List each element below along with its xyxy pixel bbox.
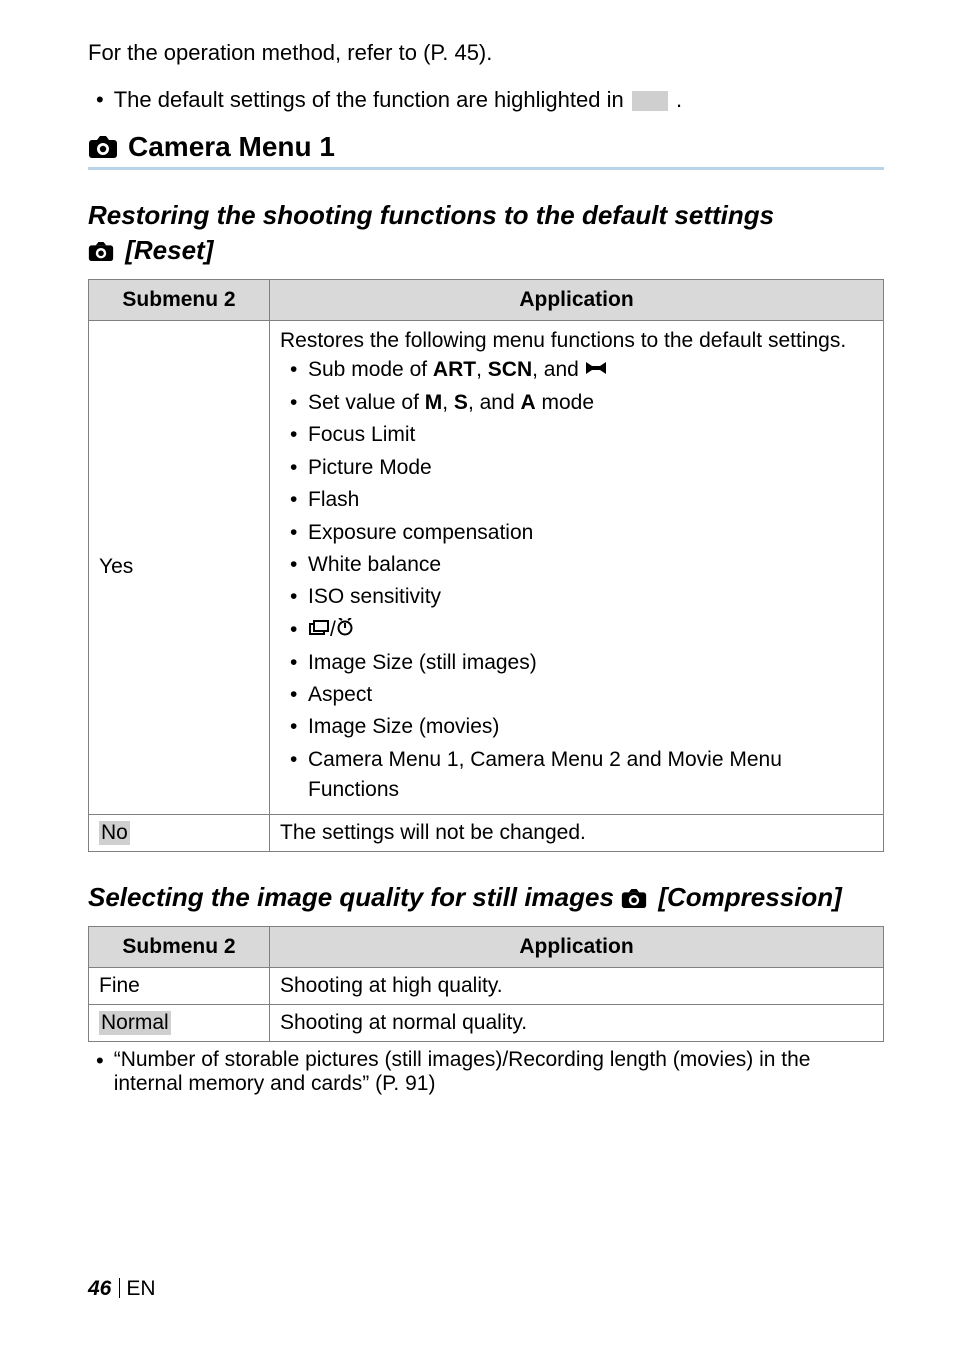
mode-SCN: SCN (488, 358, 532, 381)
reset-heading-line1: Restoring the shooting functions to the … (88, 200, 774, 230)
reset-header-application: Application (270, 280, 884, 321)
reset-no-label: No (89, 814, 270, 851)
list-item: Camera Menu 1, Camera Menu 2 and Movie M… (290, 745, 873, 806)
default-highlighted-value: No (99, 821, 130, 845)
compression-header-submenu: Submenu 2 (89, 926, 270, 967)
compression-row-text: Shooting at normal quality. (270, 1004, 884, 1041)
table-row: Yes Restores the following menu function… (89, 321, 884, 815)
camera-icon (88, 135, 118, 159)
mode-A: A (520, 391, 535, 414)
operation-ref-text: For the operation method, refer to (P. 4… (88, 36, 884, 69)
list-item: Aspect (290, 680, 873, 710)
compression-footnote: • “Number of storable pictures (still im… (96, 1048, 884, 1096)
reset-yes-lead: Restores the following menu functions to… (280, 329, 873, 353)
list-item: Picture Mode (290, 453, 873, 483)
compression-table: Submenu 2 Application Fine Shooting at h… (88, 926, 884, 1042)
list-item: Image Size (still images) (290, 648, 873, 678)
item-and: , and (468, 391, 521, 414)
list-item: Focus Limit (290, 420, 873, 450)
item-text-pre: Set value of (308, 391, 425, 414)
section-title: Camera Menu 1 (128, 131, 335, 163)
reset-heading-line2: [Reset] (118, 235, 213, 265)
reset-no-text: The settings will not be changed. (270, 814, 884, 851)
highlight-swatch (632, 91, 668, 111)
list-item: Flash (290, 485, 873, 515)
drive-mode-icon (308, 615, 330, 645)
bullet-icon: • (96, 1048, 104, 1096)
table-row: Fine Shooting at high quality. (89, 967, 884, 1004)
item-text-post: mode (536, 391, 594, 414)
page-number: 46 (88, 1277, 111, 1300)
item-text-pre: Sub mode of (308, 358, 433, 381)
list-item: / (290, 615, 873, 646)
table-header-row: Submenu 2 Application (89, 280, 884, 321)
list-item: Exposure compensation (290, 518, 873, 548)
reset-yes-application: Restores the following menu functions to… (270, 321, 884, 815)
camera-icon (88, 236, 114, 271)
page-lang: EN (126, 1277, 155, 1300)
mode-ART: ART (433, 358, 476, 381)
compression-heading: Selecting the image quality for still im… (88, 880, 884, 918)
reset-yes-list: Sub mode of ART, SCN, and Set value of M… (290, 355, 873, 806)
reset-yes-label: Yes (89, 321, 270, 815)
bullet-icon: • (96, 87, 104, 113)
reset-header-submenu: Submenu 2 (89, 280, 270, 321)
default-highlight-note: • The default settings of the function a… (96, 87, 884, 113)
table-header-row: Submenu 2 Application (89, 926, 884, 967)
list-item: White balance (290, 550, 873, 580)
mode-S: S (454, 391, 468, 414)
item-sep: , (442, 391, 454, 414)
compression-row-text: Shooting at high quality. (270, 967, 884, 1004)
list-item: Sub mode of ART, SCN, and (290, 355, 873, 386)
compression-header-application: Application (270, 926, 884, 967)
page-footer: 46 EN (88, 1277, 156, 1301)
list-item: Image Size (movies) (290, 712, 873, 742)
camera-icon (621, 883, 647, 918)
default-highlighted-value: Normal (99, 1011, 171, 1035)
footer-separator (119, 1278, 120, 1298)
compression-row-label: Normal (89, 1004, 270, 1041)
reset-heading: Restoring the shooting functions to the … (88, 198, 884, 271)
compression-row-label: Fine (89, 967, 270, 1004)
compression-heading-post: [Compression] (651, 882, 842, 912)
panorama-icon (585, 355, 607, 385)
compression-footnote-text: “Number of storable pictures (still imag… (114, 1048, 884, 1096)
compression-heading-pre: Selecting the image quality for still im… (88, 882, 621, 912)
reset-table: Submenu 2 Application Yes Restores the f… (88, 279, 884, 852)
default-highlight-pre: The default settings of the function are… (114, 87, 630, 112)
self-timer-icon (336, 615, 354, 645)
table-row: Normal Shooting at normal quality. (89, 1004, 884, 1041)
item-sep: , (476, 358, 488, 381)
section-title-row: Camera Menu 1 (88, 131, 884, 170)
list-item: Set value of M, S, and A mode (290, 388, 873, 418)
mode-M: M (425, 391, 443, 414)
list-item: ISO sensitivity (290, 582, 873, 612)
table-row: No The settings will not be changed. (89, 814, 884, 851)
default-highlight-post: . (676, 87, 682, 112)
item-and: , and (532, 358, 585, 381)
